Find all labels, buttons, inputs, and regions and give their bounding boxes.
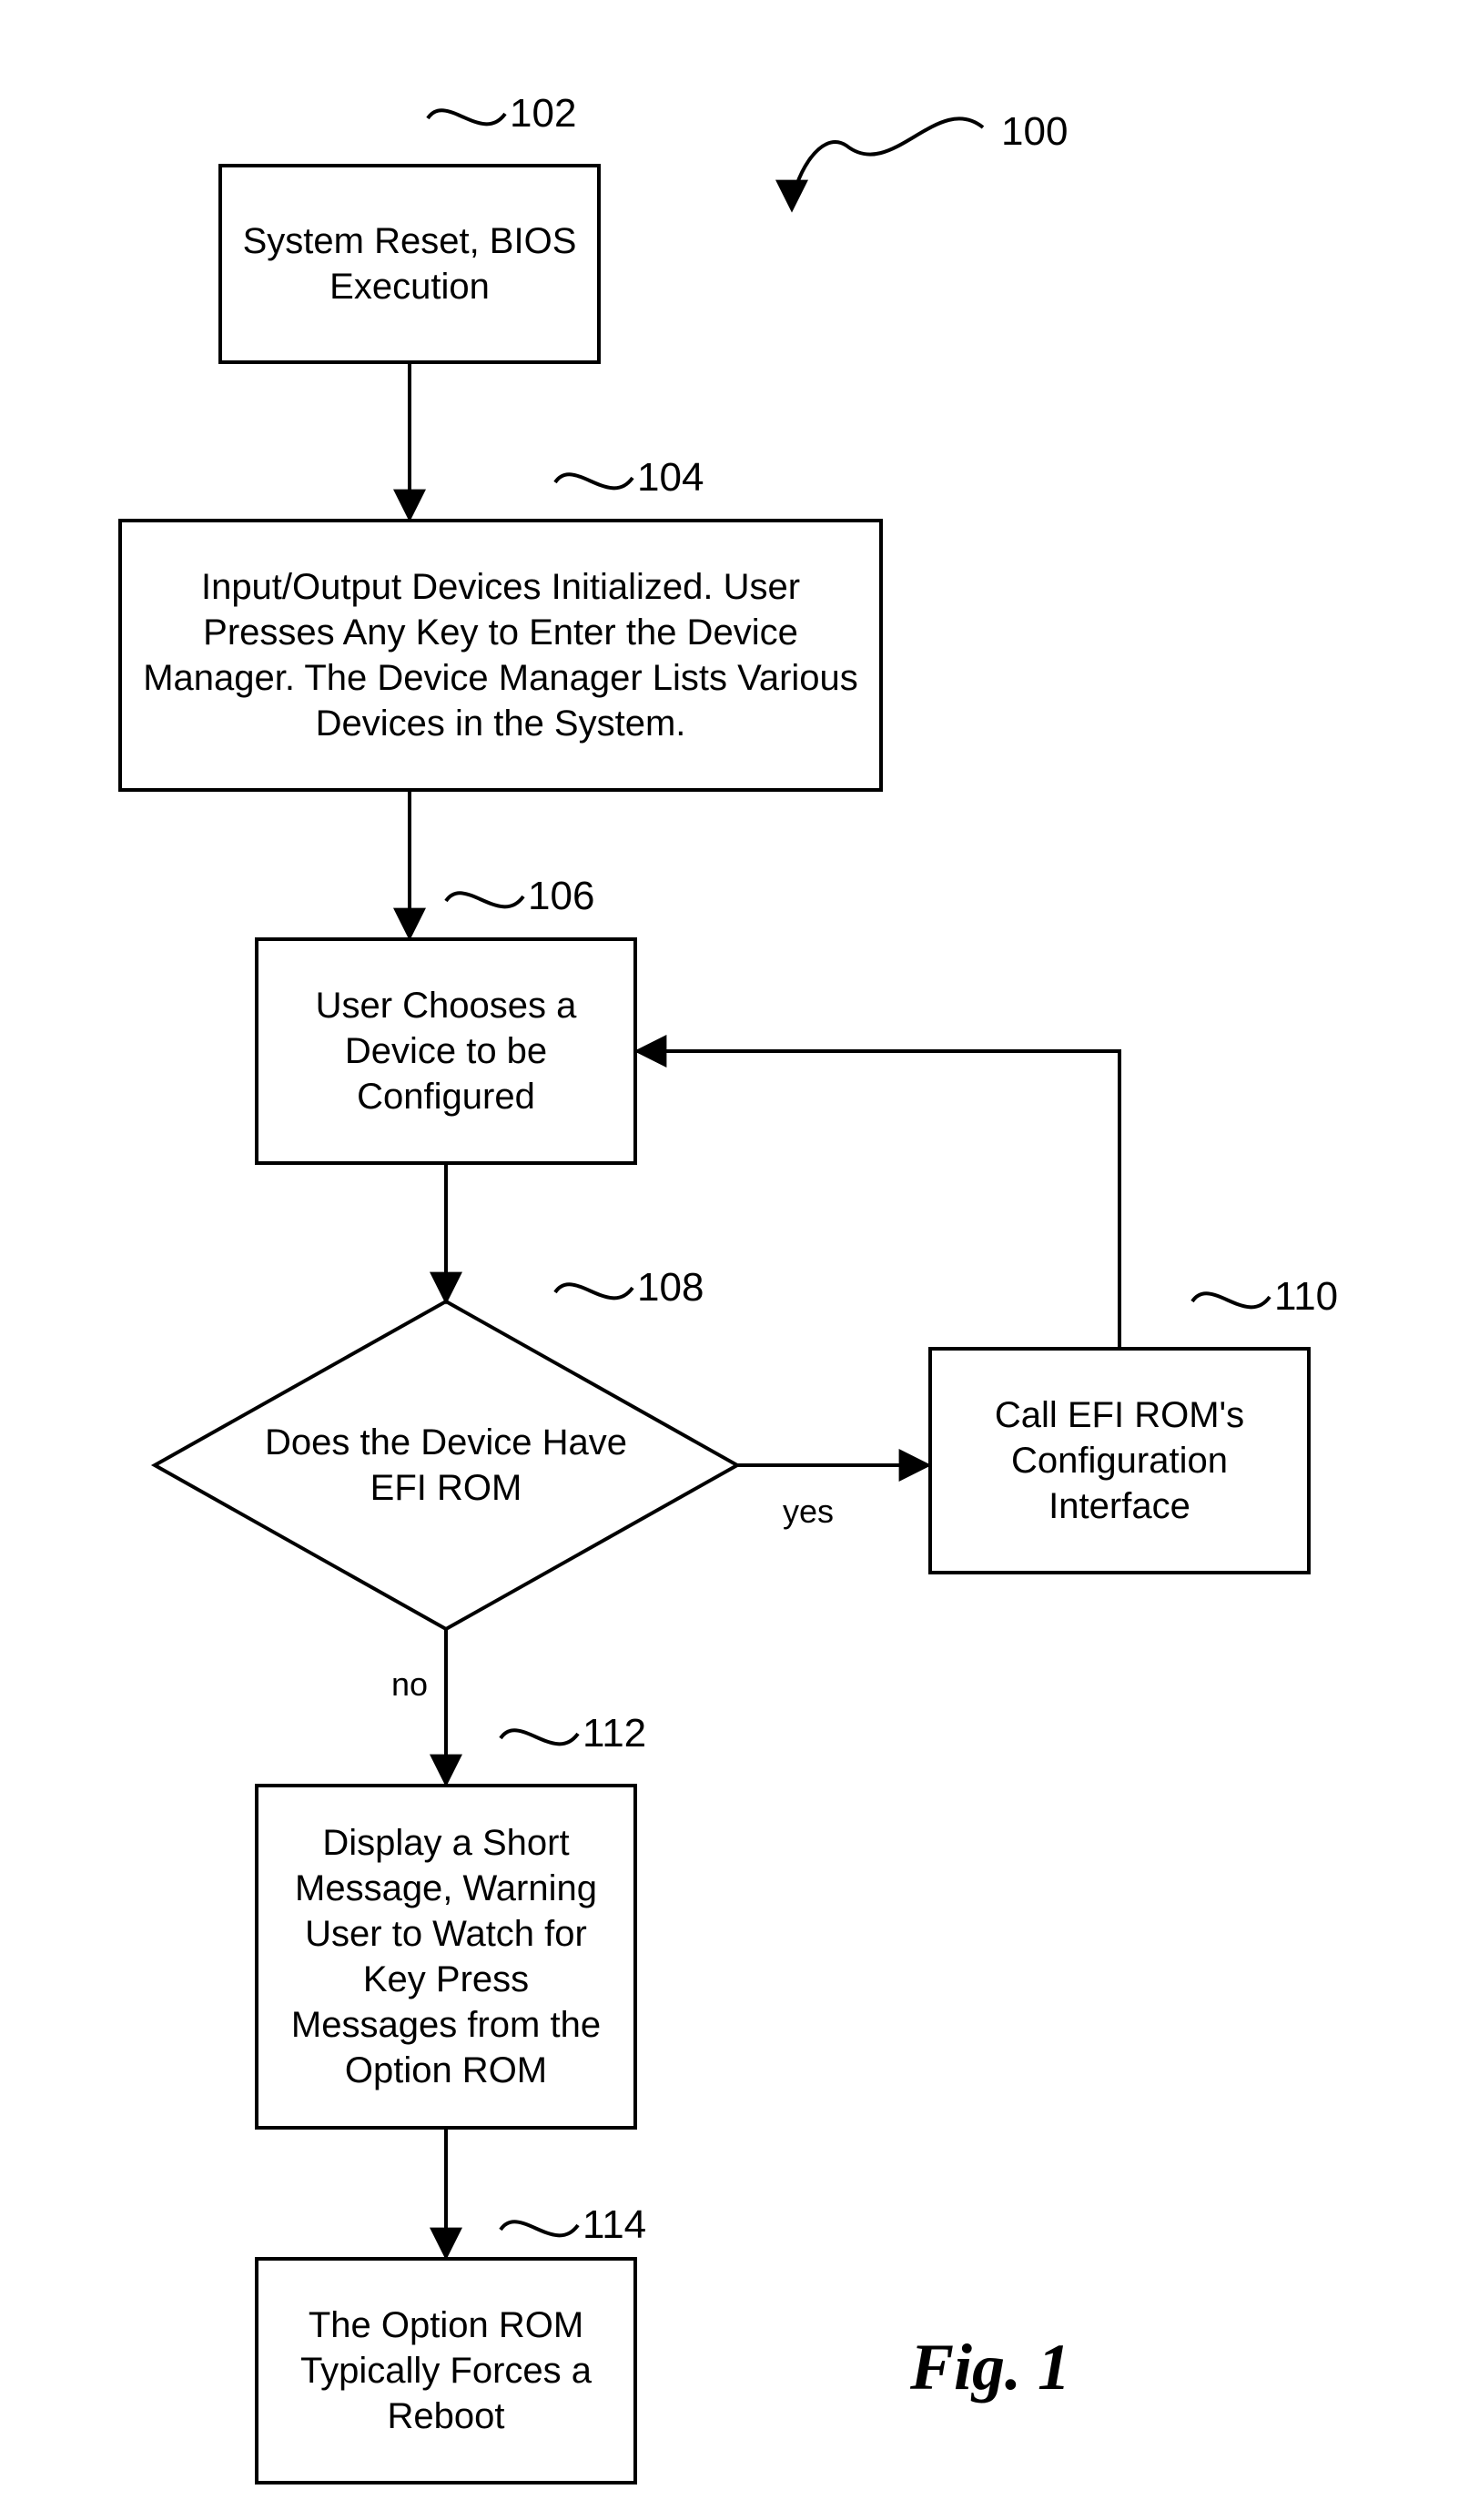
node-112: Display a Short Message, Warning User to… (255, 1784, 637, 2130)
figure-caption: Fig. 1 (910, 2330, 1070, 2405)
ref-100: 100 (1001, 109, 1068, 155)
node-102-text: System Reset, BIOS Execution (240, 218, 579, 309)
ref-108: 108 (637, 1265, 704, 1311)
ref-112: 112 (582, 1711, 646, 1756)
node-104: Input/Output Devices Initialized. User P… (118, 519, 883, 792)
node-108-text: Does the Device Have EFI ROM (242, 1420, 650, 1511)
ref-114: 114 (582, 2202, 646, 2248)
node-102: System Reset, BIOS Execution (218, 164, 601, 364)
node-110-text: Call EFI ROM's Configuration Interface (950, 1392, 1289, 1529)
flowchart-canvas: System Reset, BIOS Execution Input/Outpu… (0, 0, 1479, 2520)
node-114-text: The Option ROM Typically Forces a Reboot (277, 2302, 615, 2439)
arrows-overlay (0, 0, 1479, 2520)
node-106: User Chooses a Device to be Configured (255, 937, 637, 1165)
node-106-text: User Chooses a Device to be Configured (277, 983, 615, 1119)
ref-110: 110 (1274, 1274, 1338, 1320)
node-112-text: Display a Short Message, Warning User to… (277, 1820, 615, 2093)
node-114: The Option ROM Typically Forces a Reboot (255, 2257, 637, 2485)
ref-106: 106 (528, 874, 594, 919)
ref-102: 102 (510, 91, 576, 137)
edge-no: no (391, 1665, 428, 1704)
node-104-text: Input/Output Devices Initialized. User P… (140, 564, 861, 746)
node-108-diamond: Does the Device Have EFI ROM (155, 1301, 737, 1629)
node-110: Call EFI ROM's Configuration Interface (928, 1347, 1311, 1574)
edge-yes: yes (783, 1493, 834, 1531)
ref-104: 104 (637, 455, 704, 501)
